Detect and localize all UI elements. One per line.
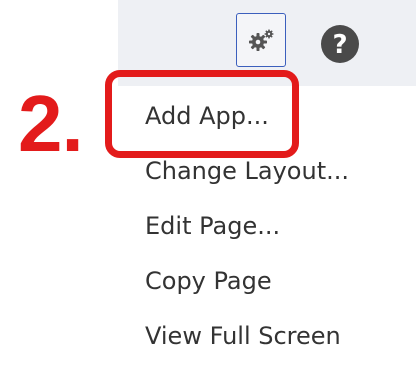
help-button[interactable]: ? xyxy=(321,25,359,63)
menu-item-copy-page[interactable]: Copy Page xyxy=(145,261,349,316)
question-circle-icon: ? xyxy=(332,29,348,60)
menu-item-change-layout[interactable]: Change Layout... xyxy=(145,151,349,206)
menu-item-view-full-screen[interactable]: View Full Screen xyxy=(145,316,349,371)
settings-dropdown-menu: Add App... Change Layout... Edit Page...… xyxy=(145,96,349,371)
settings-menu-screenshot: ? 2. Add App... Change Layout... Edit Pa… xyxy=(0,0,416,388)
step-number-annotation: 2. xyxy=(18,79,84,168)
settings-button[interactable] xyxy=(236,13,286,67)
menu-item-edit-page[interactable]: Edit Page... xyxy=(145,206,349,261)
menu-item-add-app[interactable]: Add App... xyxy=(145,96,349,151)
gears-icon xyxy=(246,27,276,53)
